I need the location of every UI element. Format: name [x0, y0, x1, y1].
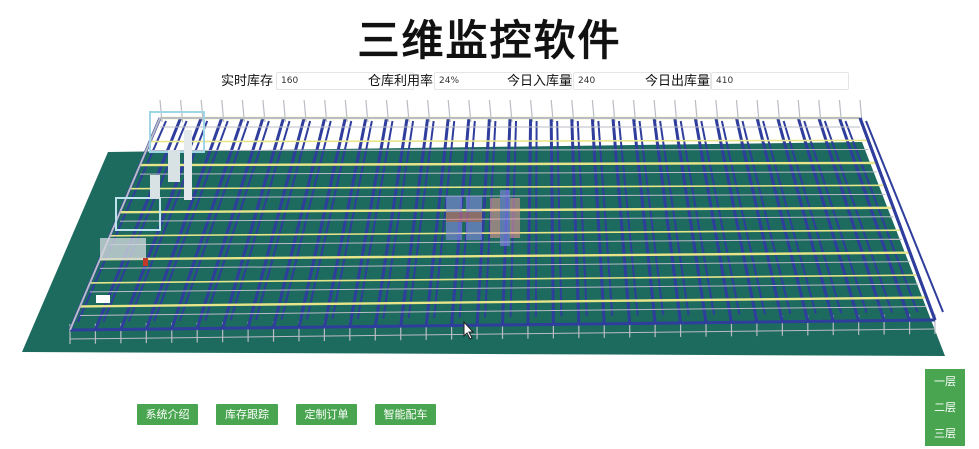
warehouse-3d-view[interactable] [0, 0, 979, 449]
floor-2-button[interactable]: 二层 [925, 395, 965, 420]
intro-button[interactable]: 系统介绍 [137, 404, 198, 425]
floor-1-button[interactable]: 一层 [925, 369, 965, 394]
cross-beam [149, 139, 869, 143]
floor-3-button[interactable]: 三层 [925, 421, 965, 446]
custom-order-button[interactable]: 定制订单 [296, 404, 357, 425]
floor-selector: 一层 二层 三层 [925, 369, 965, 446]
smart-dispatch-button[interactable]: 智能配车 [375, 404, 436, 425]
inventory-tracking-button[interactable]: 库存跟踪 [216, 404, 278, 425]
